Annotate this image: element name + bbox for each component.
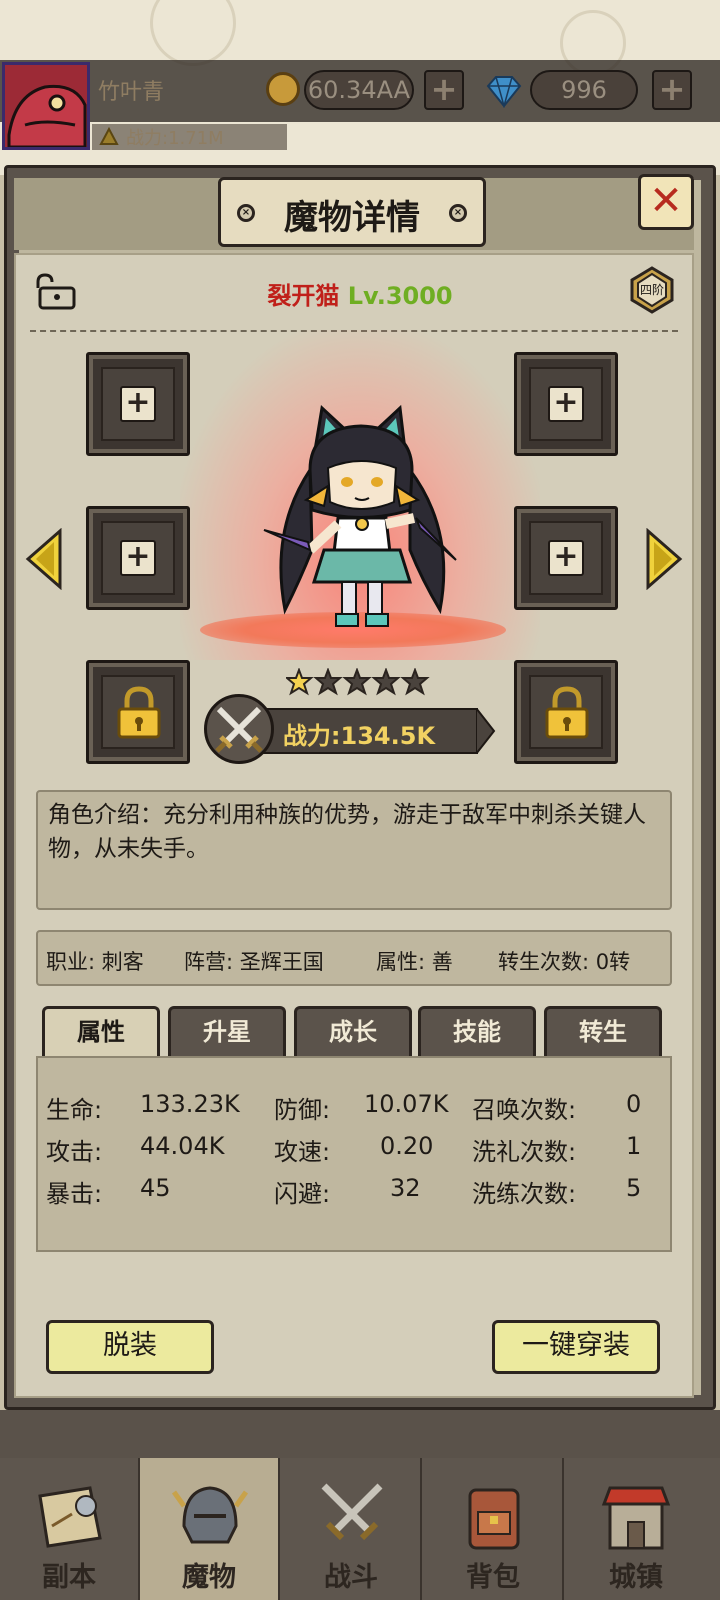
add-equip-icon: + [120,386,156,422]
nav-monsters[interactable]: 魔物 [140,1458,280,1600]
helmet-icon [171,1486,249,1544]
tab-skills[interactable]: 技能 [418,1006,536,1058]
monster-description: 角色介绍：充分利用种族的优势，游走于敌军中刺杀关键人物，从未失手。 [36,790,672,910]
equip-slot-locked-1[interactable] [86,660,190,764]
stat-spd: 0.20 [380,1132,434,1160]
tab-star-up[interactable]: 升星 [168,1006,286,1058]
diamond-icon [486,76,522,108]
add-gem-button[interactable]: + [652,70,692,110]
star-icon-empty [313,668,343,696]
faction-info: 阵营: 圣辉王国 [184,950,324,974]
power-bar-tip [476,708,496,754]
monster-info-row: 职业: 刺客 阵营: 圣辉王国 属性: 善 转生次数: 0转 [36,930,672,986]
stat-atk: 44.04K [140,1132,225,1160]
stat-label: 闪避: [274,1180,331,1208]
attribute-info: 属性: 善 [376,950,453,974]
equip-slot-1[interactable]: + [86,352,190,456]
tab-growth[interactable]: 成长 [294,1006,412,1058]
star-icon-empty [371,668,401,696]
padlock-icon [545,686,589,739]
star-icon-empty [342,668,372,696]
add-equip-icon: + [548,540,584,576]
stat-label: 防御: [274,1096,331,1124]
stat-label: 召唤次数: [472,1096,577,1124]
equip-slot-4[interactable]: + [514,506,618,610]
tab-rebirth[interactable]: 转生 [544,1006,662,1058]
monster-character[interactable] [250,400,470,640]
tier-badge: 四阶 [628,266,676,314]
stat-dodge: 32 [390,1174,421,1202]
monster-power: 战力:134.5K [282,722,436,750]
tab-attributes[interactable]: 属性 [42,1006,160,1058]
add-equip-icon: + [120,540,156,576]
stat-label: 生命: [46,1096,103,1124]
monster-level: Lv.3000 [347,282,453,310]
stat-label: 暴击: [46,1180,103,1208]
stat-label: 攻击: [46,1138,103,1166]
stat-label: 洗礼次数: [472,1138,577,1166]
nav-label: 魔物 [182,1562,236,1593]
map-scroll-icon [38,1486,102,1548]
shop-icon [601,1486,671,1550]
next-monster-arrow-icon[interactable] [644,528,684,590]
stat-def: 10.07K [364,1090,449,1118]
equip-slot-2[interactable]: + [514,352,618,456]
equip-all-button[interactable]: 一键穿装 [492,1320,660,1374]
tier-label: 四阶 [639,283,664,297]
monster-power-bar: 战力:134.5K [240,708,478,754]
rebirth-info: 转生次数: 0转 [498,950,631,974]
nav-label: 战斗 [324,1562,378,1593]
nav-town[interactable]: 城镇 [566,1458,706,1600]
crossed-swords-icon [321,1483,383,1541]
nav-label: 副本 [42,1562,96,1593]
stat-baptism: 1 [626,1132,642,1160]
add-equip-icon: + [548,386,584,422]
player-name: 竹叶青 [98,80,165,105]
close-button[interactable]: ✕ [638,174,694,230]
nav-dungeon[interactable]: 副本 [0,1458,140,1600]
gold-amount: 60.34AA [304,70,414,110]
stat-crit: 45 [140,1174,171,1202]
crossed-swords-icon [204,694,274,764]
gem-amount: 996 [530,70,638,110]
title-plate: × 魔物详情 × [218,177,486,247]
stat-refine: 5 [626,1174,642,1202]
monster-name: 裂开猫 [267,282,340,310]
dragon-avatar-icon [5,65,87,147]
nav-backpack[interactable]: 背包 [424,1458,564,1600]
dialog-title: 魔物详情 [284,198,420,238]
equip-slot-locked-2[interactable] [514,660,618,764]
stat-label: 攻速: [274,1138,331,1166]
star-icon-filled [286,668,314,696]
player-power: 战力:1.71M [126,128,224,149]
backpack-icon [468,1488,520,1550]
player-avatar[interactable] [2,62,90,150]
monster-name-line: 裂开猫 Lv.3000 [0,276,720,311]
star-rating [286,668,430,696]
stat-hp: 133.23K [140,1090,240,1118]
equip-slot-3[interactable]: + [86,506,190,610]
prev-monster-arrow-icon[interactable] [24,528,64,590]
stat-label: 洗练次数: [472,1180,577,1208]
unequip-button[interactable]: 脱装 [46,1320,214,1374]
nav-label: 背包 [466,1562,520,1593]
gold-coin-icon [266,72,300,106]
star-icon-empty [400,668,430,696]
padlock-icon [117,686,161,739]
nav-battle[interactable]: 战斗 [282,1458,422,1600]
stat-summon: 0 [626,1090,642,1118]
power-icon [99,126,119,145]
nav-label: 城镇 [609,1562,663,1593]
nav-divider [0,1410,720,1460]
add-gold-button[interactable]: + [424,70,464,110]
stats-panel: 生命: 133.23K 防御: 10.07K 召唤次数: 0 攻击: 44.04… [36,1056,672,1252]
job-info: 职业: 刺客 [46,950,144,974]
